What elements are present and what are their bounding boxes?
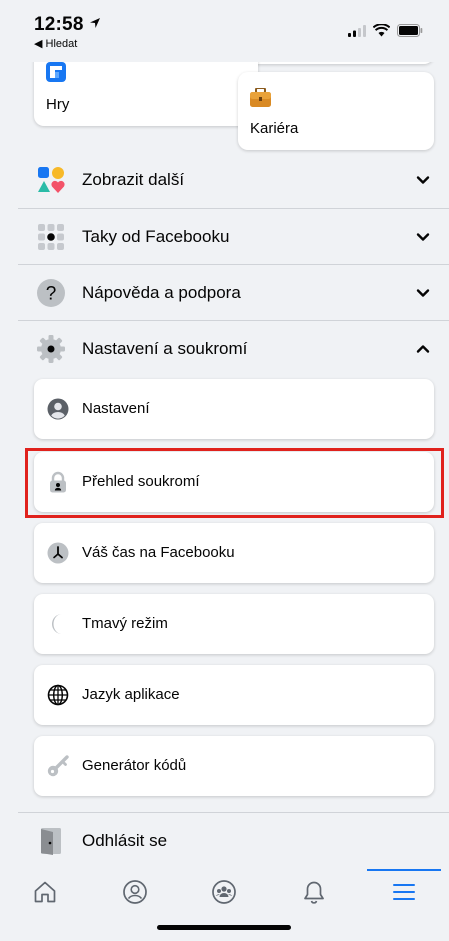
menu-row-help-support[interactable]: ? Nápověda a podpora [0, 265, 449, 321]
games-icon [46, 62, 66, 87]
home-icon [34, 881, 56, 903]
nav-groups[interactable] [180, 867, 270, 917]
menu-icon [393, 884, 416, 900]
nav-profile[interactable] [90, 867, 180, 917]
menu-row-logout[interactable]: Odhlásit se [0, 813, 449, 869]
moon-icon [47, 613, 69, 635]
settings-item-app-language[interactable]: Jazyk aplikace [34, 665, 434, 725]
active-tab-indicator [367, 869, 441, 871]
battery-icon [397, 24, 423, 37]
key-icon [47, 755, 69, 777]
lock-icon [47, 471, 69, 493]
shortcut-label: Hry [46, 96, 70, 113]
svg-text:?: ? [46, 284, 57, 305]
menu-row-show-more[interactable]: Zobrazit další [0, 152, 449, 208]
shortcut-label: Kariéra [250, 120, 299, 137]
nav-home[interactable] [0, 867, 90, 917]
nav-notifications[interactable] [269, 867, 359, 917]
menu-row-settings-privacy[interactable]: Nastavení a soukromí [0, 321, 449, 377]
apps-grid-icon [36, 222, 66, 252]
settings-item-code-generator[interactable]: Generátor kódů [34, 736, 434, 796]
shortcut-games[interactable]: Hry [34, 52, 258, 126]
groups-icon [212, 880, 237, 904]
signal-icon [348, 24, 366, 37]
nav-menu[interactable] [359, 867, 449, 917]
briefcase-icon [250, 87, 271, 112]
menu-row-also-from-facebook[interactable]: Taky od Facebooku [0, 209, 449, 265]
status-bar: 12:58 ◀ Hledat [0, 0, 449, 62]
chevron-down-icon [416, 233, 430, 241]
globe-icon [47, 684, 69, 706]
settings-item-privacy-overview[interactable]: Přehled soukromí [34, 452, 434, 512]
location-icon [90, 18, 101, 28]
profile-icon [122, 880, 147, 904]
show-more-icon [36, 165, 66, 195]
status-time: 12:58 [34, 14, 101, 36]
wifi-icon [373, 24, 390, 37]
bell-icon [304, 881, 325, 904]
profile-icon [47, 398, 69, 420]
settings-item-your-time[interactable]: Váš čas na Facebooku [34, 523, 434, 583]
back-to-search-link[interactable]: ◀ Hledat [34, 37, 77, 50]
settings-item-dark-mode[interactable]: Tmavý režim [34, 594, 434, 654]
chevron-down-icon [416, 289, 430, 297]
gear-icon [36, 334, 66, 364]
settings-item-settings[interactable]: Nastavení [34, 379, 434, 439]
help-icon: ? [36, 278, 66, 308]
home-indicator [157, 925, 291, 930]
chevron-down-icon [416, 176, 430, 184]
clock-icon [47, 542, 69, 564]
shortcut-career[interactable]: Kariéra [238, 72, 434, 150]
bottom-nav [0, 867, 449, 917]
status-icons [348, 24, 423, 37]
door-icon [36, 826, 66, 856]
chevron-up-icon [416, 345, 430, 353]
